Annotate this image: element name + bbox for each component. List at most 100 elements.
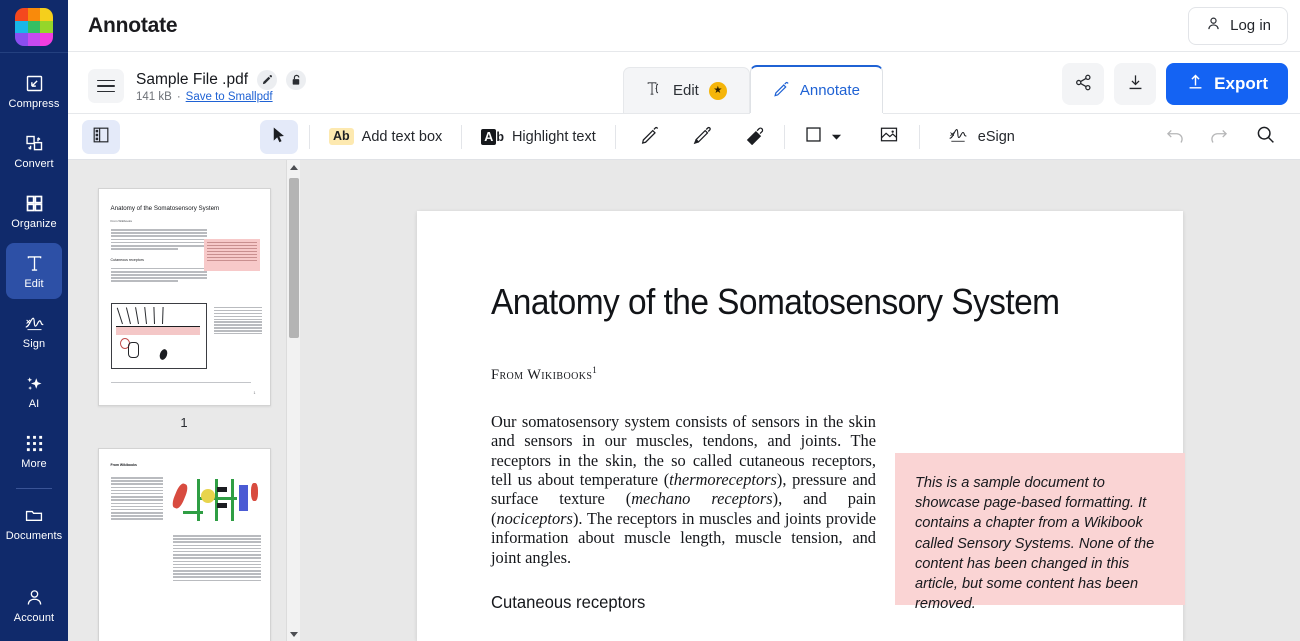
thumbnail-footnote [110, 381, 251, 383]
eraser-tool[interactable] [735, 120, 773, 154]
eraser-icon [744, 125, 764, 149]
add-text-box-label: Add text box [361, 128, 443, 145]
upload-icon [1186, 72, 1205, 96]
file-name-row: Sample File .pdf [136, 69, 306, 90]
image-tool[interactable] [870, 120, 908, 154]
workspace: Anatomy of the Somatosensory System From… [68, 160, 1300, 641]
toolbar-divider [309, 124, 310, 149]
file-actions: Export [1062, 63, 1288, 113]
toolbar-divider [783, 124, 785, 149]
sidebar-item-more[interactable]: More [6, 423, 62, 479]
thumbnail-page-number-inner: 1 [253, 391, 256, 395]
save-to-smallpdf-link[interactable]: Save to Smallpdf [186, 91, 273, 103]
esign-label: eSign [977, 128, 1015, 145]
thumbnail-body-2 [172, 535, 261, 582]
organize-icon [24, 193, 45, 215]
sidebar-item-sign[interactable]: Sign [6, 303, 62, 359]
tab-annotate[interactable]: Annotate [749, 65, 883, 113]
sidebar-item-edit[interactable]: Edit [6, 243, 62, 299]
scroll-up-arrow-icon[interactable] [287, 160, 300, 174]
thumbnail-caption [213, 307, 262, 335]
square-shape-icon [804, 125, 823, 148]
tab-edit-label: Edit [673, 82, 699, 99]
person-icon [24, 587, 45, 609]
sidebar-item-label: Convert [14, 157, 54, 170]
thumbnail-paragraph [110, 229, 207, 250]
export-button-label: Export [1214, 74, 1268, 93]
thumbnail-page-1[interactable]: Anatomy of the Somatosensory System From… [97, 188, 271, 406]
sidebar-item-documents[interactable]: Documents [6, 495, 62, 551]
esign-tool[interactable]: eSign [939, 120, 1023, 154]
smallpdf-logo[interactable] [15, 8, 53, 46]
highlight-text-tool[interactable]: Ab Highlight text [473, 120, 604, 154]
edit-text-icon [24, 253, 45, 275]
file-sub-separator: · [176, 90, 181, 103]
redo-button[interactable] [1200, 120, 1238, 154]
thumbnail-scrollbar[interactable] [286, 160, 300, 641]
search-button[interactable] [1246, 120, 1284, 154]
folder-icon [23, 505, 45, 527]
rail-divider-mid [16, 488, 52, 489]
sidebar-item-compress[interactable]: Compress [6, 63, 62, 119]
scrollbar-thumb[interactable] [289, 178, 299, 338]
toolbar-divider [461, 124, 463, 149]
thumbnail-subtitle-2: From Wikibooks [110, 463, 137, 467]
annotation-note-box[interactable]: This is a sample document to showcase pa… [895, 453, 1185, 612]
sidebar-item-account[interactable]: Account [6, 577, 62, 633]
undo-button[interactable] [1156, 120, 1194, 154]
italic-thermoreceptors: thermoreceptors [669, 470, 777, 490]
hamburger-icon[interactable] [88, 69, 124, 103]
pencil-icon[interactable] [257, 69, 277, 90]
file-name: Sample File .pdf [136, 70, 248, 88]
sidebar-item-label: Documents [5, 529, 63, 542]
sidebar-item-ai[interactable]: AI [6, 363, 62, 419]
convert-icon [24, 133, 45, 155]
thumbnail-figure [110, 303, 207, 369]
unlock-icon[interactable] [286, 69, 306, 90]
highlight-ab-icon: Ab [481, 128, 504, 145]
marker-tool[interactable] [683, 120, 721, 154]
italic-nociceptors: nociceptors [496, 508, 573, 528]
scroll-down-arrow-icon[interactable] [287, 627, 300, 641]
sidebar-item-label: Edit [24, 277, 44, 290]
rail-bottom: Account [0, 575, 68, 635]
sidebar-item-organize[interactable]: Organize [6, 183, 62, 239]
sparkle-ai-icon [24, 373, 45, 395]
file-info: Sample File .pdf 141 kB · Save to Smallp… [88, 69, 306, 113]
sidebar-item-label: Compress [8, 97, 60, 110]
export-button[interactable]: Export [1166, 63, 1288, 105]
document-viewer[interactable]: Anatomy of the Somatosensory System From… [300, 160, 1300, 641]
shape-tool[interactable] [796, 120, 850, 154]
top-bar: Annotate Log in [68, 0, 1300, 52]
document-source: From Wikibooks1 [491, 365, 1109, 384]
download-icon [1126, 73, 1145, 96]
thumbnail-page-2[interactable]: From Wikibooks [97, 448, 271, 641]
login-button[interactable]: Log in [1188, 6, 1288, 45]
share-button[interactable] [1062, 63, 1105, 105]
thumbnail-title: Anatomy of the Somatosensory System [110, 205, 220, 212]
pen-tool[interactable] [631, 120, 669, 154]
pro-star-badge: ★ [708, 81, 727, 100]
ab-icon: Ab [329, 128, 354, 145]
download-button[interactable] [1114, 63, 1157, 105]
sidebar-item-label: More [21, 457, 47, 470]
select-tool[interactable] [260, 119, 298, 154]
add-text-box-tool[interactable]: Ab Add text box [321, 120, 450, 154]
person-icon [1205, 15, 1222, 36]
compress-icon [24, 73, 45, 95]
grid-dots-icon [25, 433, 44, 455]
document-title: Anatomy of the Somatosensory System [491, 281, 1060, 322]
file-bar: Sample File .pdf 141 kB · Save to Smallp… [68, 52, 1300, 113]
annotate-toolbar: Ab Add text box Ab Highlight text eSign [68, 113, 1300, 160]
tab-edit[interactable]: Edit ★ [623, 67, 750, 113]
document-page-1[interactable]: Anatomy of the Somatosensory System From… [417, 211, 1185, 641]
thumbnail-list: Anatomy of the Somatosensory System From… [68, 160, 300, 641]
sidebar-item-convert[interactable]: Convert [6, 123, 62, 179]
thumbnail-figure-2 [168, 475, 263, 525]
thumbnail-subtitle: From Wikibooks [110, 219, 133, 223]
sidebar-item-label: Sign [22, 337, 46, 350]
thumbnail-page-label-1: 1 [180, 415, 188, 430]
thumbnail-panel-toggle[interactable] [82, 119, 120, 154]
sidebar-panel-icon [91, 125, 111, 149]
thumbnail-panel: Anatomy of the Somatosensory System From… [68, 160, 300, 641]
